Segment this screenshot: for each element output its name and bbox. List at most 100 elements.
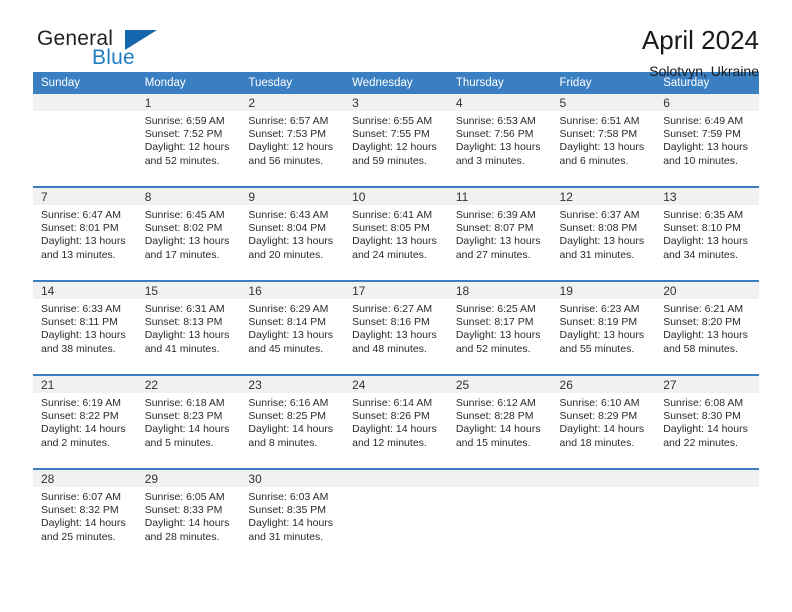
- day-details: Sunrise: 6:51 AM Sunset: 7:58 PM Daylight:…: [552, 111, 656, 168]
- day-cell-17[interactable]: 17 Sunrise: 6:27 AM Sunset: 8:16 PM Dayligh…: [344, 280, 448, 375]
- day-details: Sunrise: 6:39 AM Sunset: 8:07 PM Daylight:…: [448, 205, 552, 262]
- general-blue-logo: General Blue: [33, 26, 163, 78]
- day-cell-23[interactable]: 23 Sunrise: 6:16 AM Sunset: 8:25 PM Dayligh…: [240, 374, 345, 469]
- logo-text-blue: Blue: [92, 46, 135, 69]
- day-cell-12[interactable]: 12 Sunrise: 6:37 AM Sunset: 8:08 PM Dayligh…: [551, 186, 656, 281]
- sunset-text: Sunset: 8:07 PM: [455, 222, 534, 235]
- sunset-text: Sunset: 8:08 PM: [559, 222, 638, 235]
- sunrise-text: Sunrise: 6:47 AM: [41, 209, 121, 221]
- sunrise-text: Sunrise: 6:19 AM: [41, 397, 121, 409]
- day-cell-8[interactable]: 8 Sunrise: 6:45 AM Sunset: 8:02 PM Daylight…: [136, 186, 241, 281]
- day-details: Sunrise: 6:59 AM Sunset: 7:52 PM Daylight:…: [137, 111, 241, 168]
- daylight-text: Daylight: 12 hours: [352, 141, 437, 154]
- daylight-text: Daylight: 14 hours: [41, 423, 126, 436]
- sunrise-text: Sunrise: 6:12 AM: [455, 397, 536, 409]
- daylight-text: Daylight: 13 hours: [144, 235, 230, 248]
- day-cell-22[interactable]: 22 Sunrise: 6:18 AM Sunset: 8:23 PM Dayligh…: [136, 374, 241, 469]
- day-cell-26[interactable]: 26 Sunrise: 6:10 AM Sunset: 8:29 PM Dayligh…: [551, 374, 656, 469]
- day-number: 8: [136, 188, 241, 205]
- daylight-text-cont: and 31 minutes.: [559, 248, 635, 261]
- sunset-text: Sunset: 8:17 PM: [455, 316, 534, 329]
- daylight-text: Daylight: 14 hours: [248, 517, 334, 530]
- daylight-text-cont: and 17 minutes.: [144, 248, 220, 261]
- day-cell-21[interactable]: 21 Sunrise: 6:19 AM Sunset: 8:22 PM Dayligh…: [33, 374, 137, 469]
- day-number: 2: [240, 94, 345, 111]
- day-cell-13[interactable]: 13 Sunrise: 6:35 AM Sunset: 8:10 PM Dayligh…: [655, 186, 759, 281]
- daylight-text-cont: and 56 minutes.: [248, 154, 324, 167]
- daylight-text-cont: and 28 minutes.: [144, 530, 220, 543]
- sunset-text: Sunset: 7:58 PM: [559, 128, 638, 141]
- sunrise-text: Sunrise: 6:25 AM: [455, 303, 536, 315]
- sunset-text: Sunset: 8:30 PM: [663, 410, 741, 423]
- sunrise-text: Sunrise: 6:55 AM: [352, 115, 433, 127]
- daylight-text-cont: and 55 minutes.: [559, 342, 635, 355]
- day-cell-15[interactable]: 15 Sunrise: 6:31 AM Sunset: 8:13 PM Dayligh…: [136, 280, 241, 375]
- day-cell-27[interactable]: 27 Sunrise: 6:08 AM Sunset: 8:30 PM Dayligh…: [655, 374, 759, 469]
- daylight-text: Daylight: 14 hours: [559, 423, 645, 436]
- calendar-body: 1 Sunrise: 6:59 AM Sunset: 7:52 PM Daylight…: [33, 94, 759, 562]
- sunset-text: Sunset: 7:56 PM: [455, 128, 534, 141]
- day-details: Sunrise: 6:23 AM Sunset: 8:19 PM Daylight:…: [552, 299, 656, 356]
- daylight-text: Daylight: 13 hours: [559, 329, 645, 342]
- day-details: Sunrise: 6:43 AM Sunset: 8:04 PM Daylight:…: [240, 205, 344, 262]
- day-number: 29: [136, 470, 241, 487]
- day-cell-10[interactable]: 10 Sunrise: 6:41 AM Sunset: 8:05 PM Dayligh…: [344, 186, 448, 281]
- day-cell-20[interactable]: 20 Sunrise: 6:21 AM Sunset: 8:20 PM Dayligh…: [655, 280, 759, 375]
- daylight-text-cont: and 52 minutes.: [455, 342, 531, 355]
- day-cell-4[interactable]: 4 Sunrise: 6:53 AM Sunset: 7:56 PM Daylight…: [447, 94, 552, 187]
- day-cell-1[interactable]: 1 Sunrise: 6:59 AM Sunset: 7:52 PM Daylight…: [136, 94, 241, 187]
- daylight-text-cont: and 59 minutes.: [352, 154, 427, 167]
- day-cell-24[interactable]: 24 Sunrise: 6:14 AM Sunset: 8:26 PM Dayligh…: [344, 374, 448, 469]
- day-details: Sunrise: 6:37 AM Sunset: 8:08 PM Daylight:…: [552, 205, 656, 262]
- day-details: Sunrise: 6:53 AM Sunset: 7:56 PM Daylight:…: [448, 111, 552, 168]
- day-details: Sunrise: 6:10 AM Sunset: 8:29 PM Daylight:…: [552, 393, 656, 450]
- day-cell-3[interactable]: 3 Sunrise: 6:55 AM Sunset: 7:55 PM Daylight…: [344, 94, 448, 187]
- sunrise-text: Sunrise: 6:57 AM: [248, 115, 329, 127]
- day-number: 11: [447, 188, 552, 205]
- day-cell-30[interactable]: 30 Sunrise: 6:03 AM Sunset: 8:35 PM Dayligh…: [240, 468, 345, 562]
- daylight-text: Daylight: 14 hours: [663, 423, 748, 436]
- sunset-text: Sunset: 8:19 PM: [559, 316, 638, 329]
- day-number: 19: [551, 282, 656, 299]
- day-cell-6[interactable]: 6 Sunrise: 6:49 AM Sunset: 7:59 PM Daylight…: [655, 94, 759, 187]
- day-cell-19[interactable]: 19 Sunrise: 6:23 AM Sunset: 8:19 PM Dayligh…: [551, 280, 656, 375]
- sunrise-text: Sunrise: 6:03 AM: [248, 491, 329, 503]
- daylight-text: Daylight: 13 hours: [663, 141, 748, 154]
- calendar-table: Sunday Monday Tuesday Wednesday Thursday Frid…: [33, 72, 759, 562]
- daylight-text-cont: and 24 minutes.: [352, 248, 427, 261]
- day-cell-28[interactable]: 28 Sunrise: 6:07 AM Sunset: 8:32 PM Dayligh…: [33, 468, 137, 562]
- calendar-week-row: 7 Sunrise: 6:47 AM Sunset: 8:01 PM Daylight…: [33, 186, 759, 281]
- day-cell-7[interactable]: 7 Sunrise: 6:47 AM Sunset: 8:01 PM Daylight…: [33, 186, 137, 281]
- day-cell-25[interactable]: 25 Sunrise: 6:12 AM Sunset: 8:28 PM Dayligh…: [447, 374, 552, 469]
- day-cell-5[interactable]: 5 Sunrise: 6:51 AM Sunset: 7:58 PM Daylight…: [551, 94, 656, 187]
- day-cell-14[interactable]: 14 Sunrise: 6:33 AM Sunset: 8:11 PM Dayligh…: [33, 280, 137, 375]
- sunrise-text: Sunrise: 6:14 AM: [352, 397, 433, 409]
- day-number: 13: [655, 188, 759, 205]
- day-cell-empty: [344, 468, 448, 562]
- day-cell-29[interactable]: 29 Sunrise: 6:05 AM Sunset: 8:33 PM Dayligh…: [136, 468, 241, 562]
- daylight-text: Daylight: 13 hours: [455, 329, 541, 342]
- daylight-text-cont: and 12 minutes.: [352, 436, 427, 449]
- day-cell-16[interactable]: 16 Sunrise: 6:29 AM Sunset: 8:14 PM Dayligh…: [240, 280, 345, 375]
- weekday-header-thursday: Thursday: [447, 72, 552, 94]
- calendar-week-row: 21 Sunrise: 6:19 AM Sunset: 8:22 PM Dayligh…: [33, 374, 759, 469]
- day-cell-2[interactable]: 2 Sunrise: 6:57 AM Sunset: 7:53 PM Daylight…: [240, 94, 345, 187]
- daylight-text-cont: and 3 minutes.: [455, 154, 525, 167]
- sunrise-text: Sunrise: 6:45 AM: [144, 209, 225, 221]
- daylight-text-cont: and 45 minutes.: [248, 342, 324, 355]
- day-cell-18[interactable]: 18 Sunrise: 6:25 AM Sunset: 8:17 PM Dayligh…: [447, 280, 552, 375]
- day-number: [551, 470, 656, 487]
- day-cell-9[interactable]: 9 Sunrise: 6:43 AM Sunset: 8:04 PM Daylight…: [240, 186, 345, 281]
- day-number: 27: [655, 376, 759, 393]
- sunset-text: Sunset: 8:25 PM: [248, 410, 327, 423]
- sunrise-text: Sunrise: 6:41 AM: [352, 209, 433, 221]
- day-number: 12: [551, 188, 656, 205]
- day-cell-11[interactable]: 11 Sunrise: 6:39 AM Sunset: 8:07 PM Dayligh…: [447, 186, 552, 281]
- sunset-text: Sunset: 8:32 PM: [41, 504, 119, 517]
- sunrise-text: Sunrise: 6:49 AM: [663, 115, 744, 127]
- day-details: Sunrise: 6:18 AM Sunset: 8:23 PM Daylight:…: [137, 393, 241, 450]
- day-details: Sunrise: 6:47 AM Sunset: 8:01 PM Daylight:…: [33, 205, 137, 262]
- day-number: 18: [447, 282, 552, 299]
- sunset-text: Sunset: 8:20 PM: [663, 316, 741, 329]
- sunset-text: Sunset: 8:14 PM: [248, 316, 327, 329]
